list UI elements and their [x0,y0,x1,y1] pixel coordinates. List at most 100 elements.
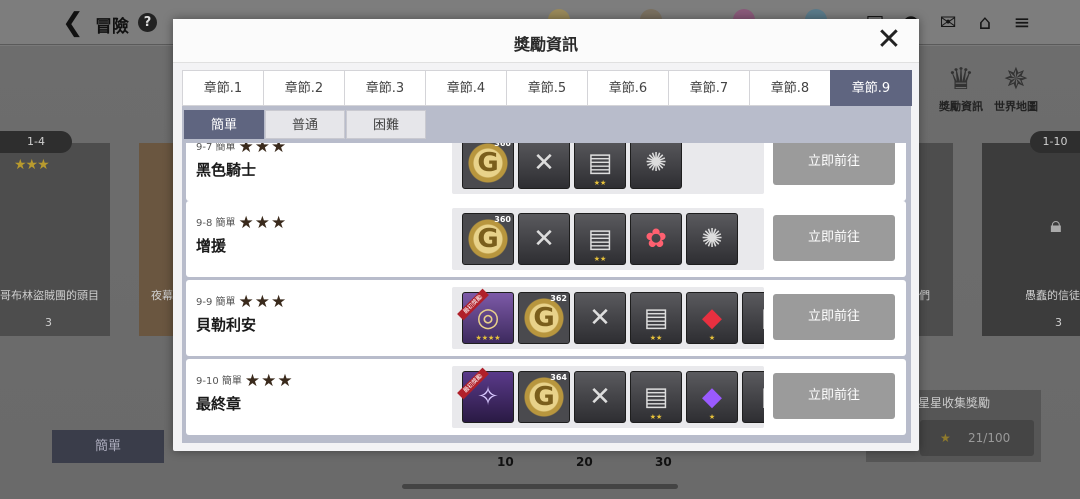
sword-shards-icon[interactable]: ✕ [574,371,626,423]
item-count: 360 [494,143,511,148]
close-icon[interactable]: ✕ [873,24,905,56]
sword-shards-icon[interactable]: ✕ [574,292,626,344]
tab-chapter-4[interactable]: 章節.4 [425,70,507,106]
reward-info-dialog: 獎勵資訊 ✕ 章節.1 章節.2 章節.3 章節.4 章節.5 章節.6 章節.7 章節.8 章… [173,19,919,451]
stage-name: 貝勒利安 [196,316,257,334]
star-collection-progress[interactable]: ★ 21/100 [920,420,1034,456]
partial-item-icon[interactable]: ▯ [742,371,764,423]
mail-icon[interactable]: ✉ [935,11,961,33]
purple-gem-icon[interactable]: ◆ ★ [686,371,738,423]
reward-items: G 360 ✕ ▤ ★★ ✿ ✺ [452,208,764,270]
stage-row: 9-9 簡單★★★貝勒利安◎★★★★最初獎勵G362✕▤★★◆★▯立即前往 [186,280,906,356]
gold-coin-icon[interactable]: G 360 [462,143,514,189]
reward-info-button[interactable]: ♛ 獎勵資訊 [934,62,988,114]
horizontal-scrollbar[interactable] [402,484,678,489]
item-glyph: G [477,224,499,254]
dialog-header: 獎勵資訊 ✕ [173,19,919,63]
stage-stars: ★★★ [244,371,294,391]
stage-card-count: 3 [45,316,52,329]
gold-coin-icon[interactable]: G 362 [518,292,570,344]
difficulty-button[interactable]: 簡單 [52,430,164,463]
stage-row: 9-8 簡單 ★★★ 增援 G 360 ✕ ▤ ★★ ✿ ✺ 立即前往 [186,201,906,277]
item-glyph: ✕ [589,303,611,333]
stage-meta: 9-9 簡單 ★★★ [196,292,287,312]
item-glyph: ▤ [587,148,613,178]
reward-items: ◎★★★★最初獎勵G362✕▤★★◆★▯ [452,287,764,349]
stage-card-label: 夜幕 [151,289,173,302]
tab-chapter-3[interactable]: 章節.3 [344,70,426,106]
home-icon[interactable]: ⌂ [972,11,998,33]
stage-card-tag: 1-10 [1030,131,1080,153]
item-glyph: G [533,303,555,333]
tab-chapter-5[interactable]: 章節.5 [506,70,588,106]
ring-icon[interactable]: ◎ ★★★★ 最初獎勵 [457,288,514,344]
item-count: 362 [550,294,567,303]
stage-meta: 9-7 簡單 ★★★ [196,143,287,157]
tab-chapter-6[interactable]: 章節.6 [587,70,669,106]
dialog-title: 獎勵資訊 [513,35,578,54]
menu-icon[interactable]: ≡ [1009,11,1035,33]
item-glyph: ◆ [702,382,722,412]
sword-shards-icon[interactable]: ✕ [518,213,570,265]
tab-difficulty-2[interactable]: 普通 [265,110,345,139]
tab-chapter-8[interactable]: 章節.8 [749,70,831,106]
go-now-button[interactable]: 立即前往 [773,373,895,419]
tab-chapter-7[interactable]: 章節.7 [668,70,750,106]
item-glyph: ▤ [643,382,669,412]
item-grade-stars: ★ [708,334,716,342]
item-glyph: ▤ [643,303,669,333]
item-glyph: ✕ [589,382,611,412]
gold-coin-icon[interactable]: G 360 [462,213,514,265]
go-now-button[interactable]: 立即前往 [773,294,895,340]
treasure-chest-icon[interactable]: ▤ ★★ [630,292,682,344]
stage-stars: ★★★ [238,143,288,157]
treasure-chest-icon[interactable]: ▤ ★★ [574,143,626,189]
locked-stage-card[interactable] [982,143,1080,336]
stage-row: 9-10 簡單★★★最終章✧最初獎勵G364✕▤★★◆★▯立即前往 [186,359,906,435]
lock-icon: 🔒︎ [1050,213,1062,238]
item-glyph: ▤ [587,224,613,254]
go-now-button[interactable]: 立即前往 [773,215,895,261]
world-map-button[interactable]: ✵ 世界地圖 [990,62,1042,114]
gold-coin-icon[interactable]: G 364 [518,371,570,423]
purple-wings-icon[interactable]: ✧ 最初獎勵 [457,367,514,423]
item-grade-stars: ★★ [593,255,607,263]
stage-card-count: 3 [1055,316,1062,329]
reward-content: 簡單 普通 困難 9-7 簡單 ★★★ 黑色騎士 G 360 ✕ ▤ ★★ ✺ 立即前往 9-8 簡單 ★… [182,106,911,443]
stage-difficulty: 簡單 [215,297,236,308]
stage-stars: ★★★ [238,213,288,233]
tab-chapter-2[interactable]: 章節.2 [263,70,345,106]
dark-emblem-icon[interactable]: ✺ [630,143,682,189]
dark-emblem-icon[interactable]: ✺ [686,213,738,265]
stage-name: 黑色騎士 [196,161,257,179]
treasure-chest-icon[interactable]: ▤ ★★ [630,371,682,423]
item-glyph: G [477,148,499,178]
item-grade-stars: ★★★★ [475,334,501,342]
item-glyph: ◎ [476,303,500,333]
stage-id: 9-10 [196,376,219,387]
sword-shards-icon[interactable]: ✕ [518,143,570,189]
back-arrow-icon[interactable]: ❮ [62,8,84,38]
reward-items: G 360 ✕ ▤ ★★ ✺ [452,143,764,194]
red-flower-gem-icon[interactable]: ✿ [630,213,682,265]
red-gem-icon[interactable]: ◆ ★ [686,292,738,344]
stage-name: 增援 [196,237,227,255]
stage-list[interactable]: 9-7 簡單 ★★★ 黑色騎士 G 360 ✕ ▤ ★★ ✺ 立即前往 9-8 簡單 ★★★ 增援 G 36… [182,143,911,443]
item-grade-stars: ★★ [649,334,663,342]
stage-card-label: 哥布林盜賊團的頭目 [0,289,99,302]
go-now-button[interactable]: 立即前往 [773,143,895,185]
tab-chapter-1[interactable]: 章節.1 [182,70,264,106]
tab-difficulty-1[interactable]: 簡單 [184,110,264,139]
stage-card-tag: 1-4 [0,131,72,153]
help-icon[interactable]: ? [138,13,157,32]
stage-card[interactable] [919,143,953,336]
stage-card-label: 們 [919,289,930,302]
stage-stars: ★★★ [238,292,288,312]
treasure-chest-icon[interactable]: ▤ ★★ [574,213,626,265]
tab-chapter-9[interactable]: 章節.9 [830,70,912,106]
tab-difficulty-3[interactable]: 困難 [346,110,426,139]
item-grade-stars: ★ [708,413,716,421]
partial-item-icon[interactable]: ▯ [742,292,764,344]
difficulty-tabs: 簡單 普通 困難 [184,110,427,139]
stage-card[interactable] [139,143,175,336]
